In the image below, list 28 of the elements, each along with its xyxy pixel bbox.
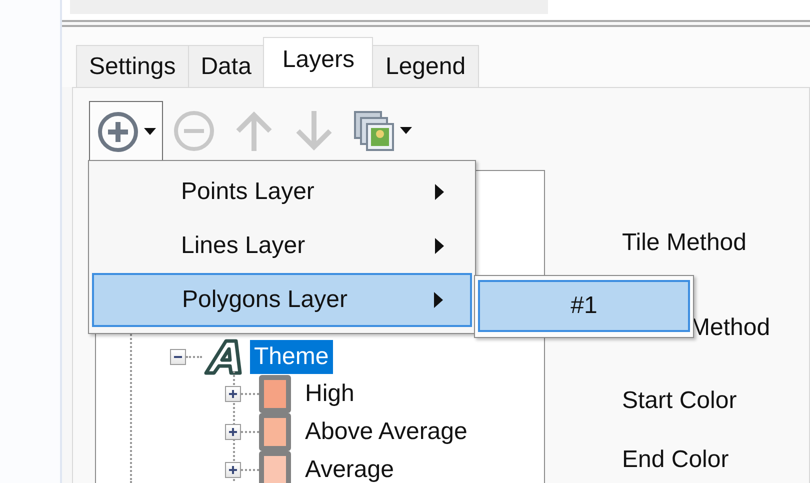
collapse-toggle[interactable] — [170, 349, 186, 365]
menu-item[interactable]: Points Layer — [92, 165, 472, 219]
expand-toggle[interactable] — [225, 462, 241, 478]
layers-icon — [352, 108, 396, 152]
tab[interactable]: Settings — [76, 45, 189, 87]
expand-toggle[interactable] — [225, 386, 241, 402]
submenu-arrow-icon — [435, 238, 445, 254]
menu-item[interactable]: Polygons Layer — [92, 273, 472, 327]
tab[interactable]: Layers — [263, 37, 374, 87]
tree-item[interactable]: Above Average — [301, 415, 472, 449]
submenu-arrow-icon — [434, 292, 444, 308]
tree-item[interactable]: Average — [301, 453, 398, 483]
remove-icon — [172, 108, 216, 152]
property-label: Start Color — [622, 386, 738, 416]
tree-item[interactable]: High — [301, 377, 358, 411]
tree-item[interactable]: Theme — [250, 340, 333, 374]
tab[interactable]: Data — [188, 45, 264, 87]
add-button[interactable] — [89, 101, 163, 161]
tab[interactable]: Legend — [372, 45, 479, 87]
submenu-arrow-icon — [435, 184, 445, 200]
caret-icon — [144, 128, 156, 136]
menu-item[interactable]: #1 — [478, 280, 690, 332]
property-label: Tile Method — [622, 228, 748, 258]
add-icon — [96, 110, 140, 154]
caret-icon — [400, 126, 412, 134]
expand-toggle[interactable] — [225, 424, 241, 440]
menu-item[interactable]: Lines Layer — [92, 219, 472, 273]
property-label: End Color — [622, 445, 730, 475]
